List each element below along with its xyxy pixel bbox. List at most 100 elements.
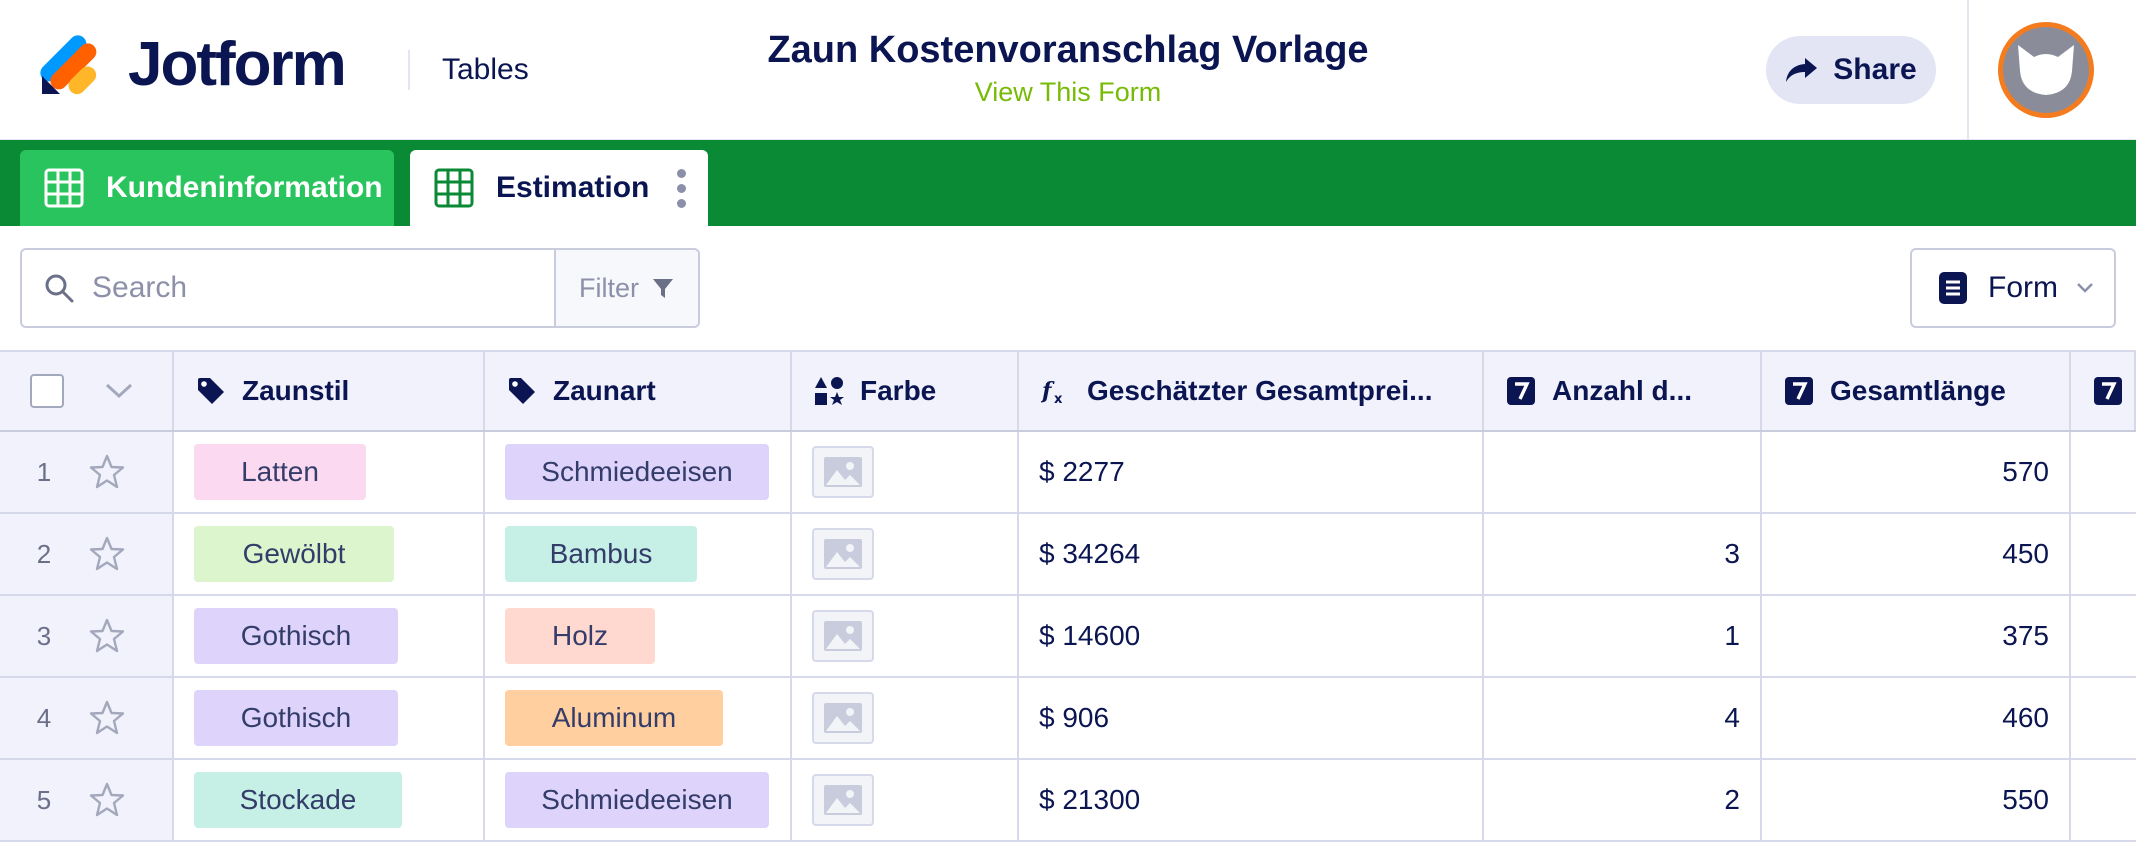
cell-farbe[interactable] [792, 514, 1019, 594]
column-label: Anzahl d... [1552, 375, 1692, 406]
chevron-down-icon [2077, 283, 2093, 293]
cell-zaunart[interactable]: Schmiedeeisen [485, 432, 792, 512]
cell-anzahl[interactable]: 1 [1484, 596, 1762, 676]
table-row[interactable]: 1 Latten Schmiedeeisen $ 2277 570 [0, 432, 2136, 514]
tab-estimation[interactable]: Estimation [410, 150, 708, 226]
row-select-cell: 4 [0, 678, 174, 758]
select-all-checkbox[interactable] [30, 374, 64, 408]
cell-zaunstil[interactable]: Gothisch [174, 678, 485, 758]
view-form-link[interactable]: View This Form [975, 76, 1162, 108]
form-dropdown-button[interactable]: Form [1910, 248, 2116, 328]
header-divider-right [1967, 0, 1969, 140]
filter-button[interactable]: Filter [556, 250, 698, 326]
cell-anzahl[interactable] [1484, 432, 1762, 512]
section-label[interactable]: Tables [442, 52, 529, 88]
cell-anzahl[interactable]: 2 [1484, 760, 1762, 840]
brand-name[interactable]: Jotform [128, 28, 347, 102]
star-icon[interactable] [88, 782, 126, 818]
column-header-zaunart[interactable]: Zaunart [485, 352, 792, 430]
image-placeholder-icon[interactable] [812, 610, 874, 662]
cell-zaunart[interactable]: Bambus [485, 514, 792, 594]
cell-more[interactable] [2071, 678, 2136, 758]
star-icon[interactable] [88, 618, 126, 654]
cell-farbe[interactable] [792, 678, 1019, 758]
cell-geschaetzter-gesamtpreis[interactable]: $ 21300 [1019, 760, 1484, 840]
anzahl-value: 1 [1724, 620, 1740, 651]
cell-gesamtlaenge[interactable]: 460 [1762, 678, 2071, 758]
number-icon [2093, 376, 2123, 406]
table-tabs-bar: Kundeninformation Estimation [0, 140, 2136, 226]
search-input[interactable]: Search [22, 250, 556, 326]
cell-gesamtlaenge[interactable]: 375 [1762, 596, 2071, 676]
cell-zaunstil[interactable]: Gothisch [174, 596, 485, 676]
row-number: 4 [36, 702, 52, 733]
tab-kundeninformation[interactable]: Kundeninformation [20, 150, 394, 226]
zaunstil-tag: Gewölbt [194, 526, 394, 582]
image-placeholder-icon[interactable] [812, 528, 874, 580]
cell-geschaetzter-gesamtpreis[interactable]: $ 2277 [1019, 432, 1484, 512]
cell-farbe[interactable] [792, 596, 1019, 676]
table-row[interactable]: 4 Gothisch Aluminum $ 906 4 460 [0, 678, 2136, 760]
cell-geschaetzter-gesamtpreis[interactable]: $ 906 [1019, 678, 1484, 758]
cell-more[interactable] [2071, 432, 2136, 512]
star-icon[interactable] [88, 454, 126, 490]
zaunstil-tag: Latten [194, 444, 366, 500]
svg-text:x: x [1054, 392, 1063, 406]
tag-icon [507, 376, 537, 406]
jotform-logo-icon[interactable] [38, 28, 108, 98]
tab-more-menu-icon[interactable] [675, 168, 687, 208]
cell-farbe[interactable] [792, 760, 1019, 840]
cell-gesamtlaenge[interactable]: 570 [1762, 432, 2071, 512]
gesamtlaenge-value: 375 [2002, 620, 2049, 651]
formula-icon: fx [1041, 376, 1071, 406]
image-placeholder-icon[interactable] [812, 446, 874, 498]
cell-zaunstil[interactable]: Latten [174, 432, 485, 512]
shapes-icon [814, 376, 844, 406]
chevron-down-icon[interactable] [104, 382, 134, 400]
image-placeholder-icon[interactable] [812, 774, 874, 826]
table-row[interactable]: 3 Gothisch Holz $ 14600 1 375 [0, 596, 2136, 678]
cell-zaunart[interactable]: Schmiedeeisen [485, 760, 792, 840]
column-header-more[interactable] [2071, 352, 2136, 430]
cell-geschaetzter-gesamtpreis[interactable]: $ 34264 [1019, 514, 1484, 594]
table-row[interactable]: 5 Stockade Schmiedeeisen $ 21300 2 550 [0, 760, 2136, 842]
zaunstil-tag: Gothisch [194, 690, 398, 746]
column-header-anzahl[interactable]: Anzahl d... [1484, 352, 1762, 430]
row-number: 1 [36, 456, 52, 487]
column-header-farbe[interactable]: Farbe [792, 352, 1019, 430]
zaunart-tag: Schmiedeeisen [505, 772, 769, 828]
column-header-zaunstil[interactable]: Zaunstil [174, 352, 485, 430]
select-all-cell [0, 352, 174, 430]
search-filter-group: Search Filter [20, 248, 700, 328]
cell-zaunart[interactable]: Holz [485, 596, 792, 676]
form-document-icon [1939, 272, 1967, 304]
share-button[interactable]: Share [1766, 36, 1936, 104]
cell-more[interactable] [2071, 596, 2136, 676]
cell-more[interactable] [2071, 760, 2136, 840]
image-placeholder-icon[interactable] [812, 692, 874, 744]
column-header-geschaetzter-gesamtpreis[interactable]: fx Geschätzter Gesamtprei... [1019, 352, 1484, 430]
cell-geschaetzter-gesamtpreis[interactable]: $ 14600 [1019, 596, 1484, 676]
cell-zaunstil[interactable]: Gewölbt [174, 514, 485, 594]
share-arrow-icon [1786, 58, 1818, 82]
cell-gesamtlaenge[interactable]: 550 [1762, 760, 2071, 840]
search-placeholder: Search [92, 271, 188, 304]
funnel-icon [653, 279, 673, 298]
table-row[interactable]: 2 Gewölbt Bambus $ 34264 3 450 [0, 514, 2136, 596]
cell-more[interactable] [2071, 514, 2136, 594]
price-value: $ 906 [1039, 702, 1110, 733]
cell-anzahl[interactable]: 3 [1484, 514, 1762, 594]
cell-anzahl[interactable]: 4 [1484, 678, 1762, 758]
cell-gesamtlaenge[interactable]: 450 [1762, 514, 2071, 594]
user-avatar[interactable] [1998, 22, 2094, 118]
star-icon[interactable] [88, 700, 126, 736]
column-label: Geschätzter Gesamtprei... [1087, 375, 1433, 406]
cell-zaunstil[interactable]: Stockade [174, 760, 485, 840]
cell-zaunart[interactable]: Aluminum [485, 678, 792, 758]
app-header: Jotform Tables Zaun Kostenvoranschlag Vo… [0, 0, 2136, 140]
star-icon[interactable] [88, 536, 126, 572]
number-icon [1784, 376, 1814, 406]
tab-label: Estimation [496, 171, 650, 204]
column-header-gesamtlaenge[interactable]: Gesamtlänge [1762, 352, 2071, 430]
cell-farbe[interactable] [792, 432, 1019, 512]
